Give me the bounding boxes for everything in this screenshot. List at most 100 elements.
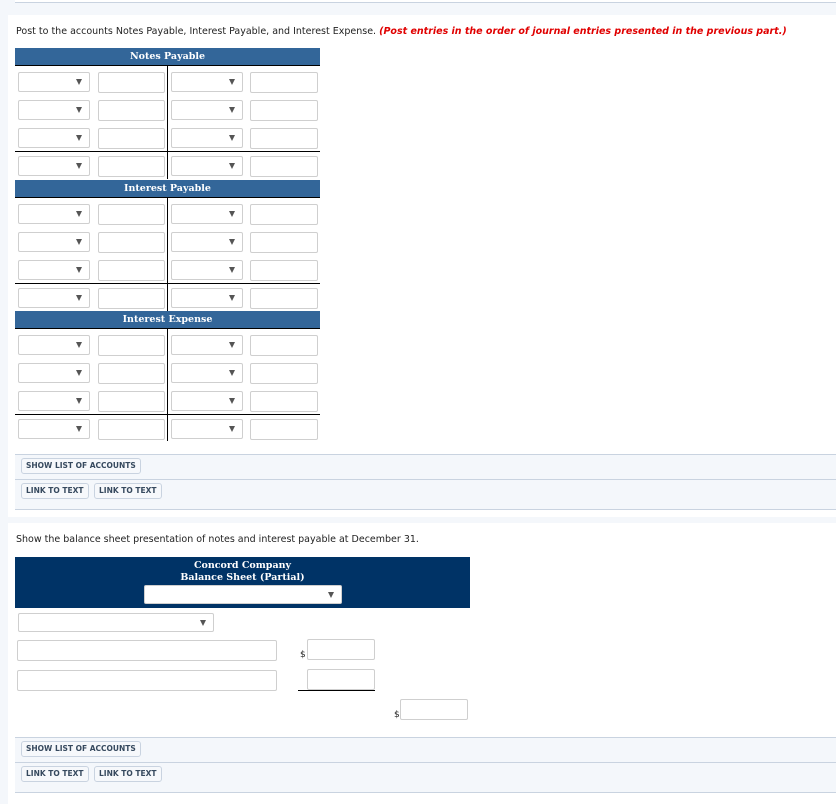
chevron-down-icon bbox=[76, 342, 82, 348]
notes-payable-credit-amount-input[interactable] bbox=[250, 156, 318, 177]
account-name-input-1[interactable] bbox=[17, 640, 277, 661]
interest-payable-credit-account-select[interactable] bbox=[171, 288, 243, 308]
previous-section-edge bbox=[15, 0, 836, 3]
interest-payable-credit-account-select[interactable] bbox=[171, 260, 243, 280]
chevron-down-icon bbox=[76, 295, 82, 301]
notes-payable-credit-amount-input[interactable] bbox=[250, 128, 318, 149]
notes-payable-debit-account-select[interactable] bbox=[18, 156, 90, 176]
chevron-down-icon bbox=[76, 211, 82, 217]
subtotal-underline bbox=[298, 690, 375, 691]
notes-payable-debit-amount-input[interactable] bbox=[98, 156, 165, 177]
chevron-down-icon bbox=[229, 370, 235, 376]
interest-expense-debit-account-select[interactable] bbox=[18, 363, 90, 383]
interest-payable-debit-account-select[interactable] bbox=[18, 260, 90, 280]
section-heading-select[interactable] bbox=[18, 613, 214, 632]
link-to-text-button-1[interactable]: LINK TO TEXT bbox=[21, 483, 89, 499]
show-list-of-accounts-button-2[interactable]: SHOW LIST OF ACCOUNTS bbox=[21, 741, 141, 757]
chevron-down-icon bbox=[229, 267, 235, 273]
date-select[interactable] bbox=[144, 585, 342, 604]
interest-expense-debit-amount-input[interactable] bbox=[98, 391, 165, 412]
interest-expense-debit-amount-input[interactable] bbox=[98, 419, 165, 440]
notes-payable-credit-amount-input[interactable] bbox=[250, 100, 318, 121]
interest-payable-credit-account-select[interactable] bbox=[171, 232, 243, 252]
notes-payable-credit-account-select[interactable] bbox=[171, 128, 243, 148]
notes-payable-debit-amount-input[interactable] bbox=[98, 128, 165, 149]
interest-payable-balance-line bbox=[15, 283, 320, 284]
interest-payable-debit-account-select[interactable] bbox=[18, 288, 90, 308]
interest-expense-debit-account-select[interactable] bbox=[18, 391, 90, 411]
chevron-down-icon bbox=[229, 239, 235, 245]
interest-payable-credit-account-select[interactable] bbox=[171, 204, 243, 224]
instructions-main: Post to the accounts Notes Payable, Inte… bbox=[16, 26, 377, 37]
interest-payable-debit-amount-input[interactable] bbox=[98, 260, 165, 281]
amount-input-1[interactable] bbox=[307, 639, 375, 660]
interest-payable-credit-amount-input[interactable] bbox=[250, 232, 318, 253]
interest-payable-debit-account-select[interactable] bbox=[18, 204, 90, 224]
interest-payable-debit-amount-input[interactable] bbox=[98, 204, 165, 225]
link-to-text-button-4[interactable]: LINK TO TEXT bbox=[94, 766, 162, 782]
notes-payable-credit-account-select[interactable] bbox=[171, 156, 243, 176]
chevron-down-icon bbox=[328, 592, 334, 598]
link-to-text-button-2[interactable]: LINK TO TEXT bbox=[94, 483, 162, 499]
interest-expense-credit-amount-input[interactable] bbox=[250, 391, 318, 412]
interest-payable-debit-amount-input[interactable] bbox=[98, 288, 165, 309]
notes-payable-debit-account-select[interactable] bbox=[18, 100, 90, 120]
currency-symbol: $ bbox=[300, 650, 306, 660]
interest-payable-credit-amount-input[interactable] bbox=[250, 204, 318, 225]
notes-payable-divider bbox=[167, 66, 168, 179]
chevron-down-icon bbox=[229, 426, 235, 432]
company-name: Concord Company bbox=[193, 560, 292, 571]
notes-payable-debit-amount-input[interactable] bbox=[98, 72, 165, 93]
instructions-note: (Post entries in the order of journal en… bbox=[379, 26, 787, 37]
notes-payable-debit-account-select[interactable] bbox=[18, 72, 90, 92]
notes-payable-credit-account-select[interactable] bbox=[171, 100, 243, 120]
chevron-down-icon bbox=[229, 398, 235, 404]
chevron-down-icon bbox=[76, 370, 82, 376]
interest-expense-credit-account-select[interactable] bbox=[171, 391, 243, 411]
notes-payable-header: Notes Payable bbox=[15, 48, 320, 66]
interest-payable-debit-account-select[interactable] bbox=[18, 232, 90, 252]
total-amount-input[interactable] bbox=[400, 699, 468, 720]
chevron-down-icon bbox=[229, 342, 235, 348]
chevron-down-icon bbox=[76, 398, 82, 404]
link-to-text-button-3[interactable]: LINK TO TEXT bbox=[21, 766, 89, 782]
account-name-input-2[interactable] bbox=[17, 670, 277, 691]
notes-payable-debit-account-select[interactable] bbox=[18, 128, 90, 148]
chevron-down-icon bbox=[229, 107, 235, 113]
chevron-down-icon bbox=[229, 79, 235, 85]
interest-expense-debit-account-select[interactable] bbox=[18, 335, 90, 355]
interest-payable-header: Interest Payable bbox=[15, 180, 320, 198]
interest-expense-credit-amount-input[interactable] bbox=[250, 419, 318, 440]
interest-expense-balance-line bbox=[15, 414, 320, 415]
interest-expense-credit-account-select[interactable] bbox=[171, 335, 243, 355]
instructions: Post to the accounts Notes Payable, Inte… bbox=[16, 26, 787, 37]
chevron-down-icon bbox=[76, 163, 82, 169]
notes-payable-credit-amount-input[interactable] bbox=[250, 72, 318, 93]
interest-payable-debit-amount-input[interactable] bbox=[98, 232, 165, 253]
notes-payable-debit-amount-input[interactable] bbox=[98, 100, 165, 121]
interest-expense-credit-account-select[interactable] bbox=[171, 363, 243, 383]
chevron-down-icon bbox=[229, 295, 235, 301]
interest-expense-debit-account-select[interactable] bbox=[18, 419, 90, 439]
interest-expense-debit-amount-input[interactable] bbox=[98, 335, 165, 356]
chevron-down-icon bbox=[229, 163, 235, 169]
interest-payable-credit-amount-input[interactable] bbox=[250, 288, 318, 309]
notes-payable-credit-account-select[interactable] bbox=[171, 72, 243, 92]
chevron-down-icon bbox=[76, 426, 82, 432]
amount-input-2[interactable] bbox=[307, 669, 375, 690]
notes-payable-balance-line bbox=[15, 151, 320, 152]
interest-expense-debit-amount-input[interactable] bbox=[98, 363, 165, 384]
interest-expense-credit-amount-input[interactable] bbox=[250, 363, 318, 384]
interest-payable-divider bbox=[167, 198, 168, 311]
interest-payable-credit-amount-input[interactable] bbox=[250, 260, 318, 281]
chevron-down-icon bbox=[76, 79, 82, 85]
chevron-down-icon bbox=[76, 107, 82, 113]
currency-symbol: $ bbox=[394, 710, 400, 720]
interest-expense-credit-amount-input[interactable] bbox=[250, 335, 318, 356]
interest-expense-credit-account-select[interactable] bbox=[171, 419, 243, 439]
chevron-down-icon bbox=[76, 267, 82, 273]
show-list-of-accounts-button[interactable]: SHOW LIST OF ACCOUNTS bbox=[21, 458, 141, 474]
interest-expense-divider bbox=[167, 329, 168, 441]
chevron-down-icon bbox=[229, 135, 235, 141]
interest-expense-header: Interest Expense bbox=[15, 311, 320, 329]
